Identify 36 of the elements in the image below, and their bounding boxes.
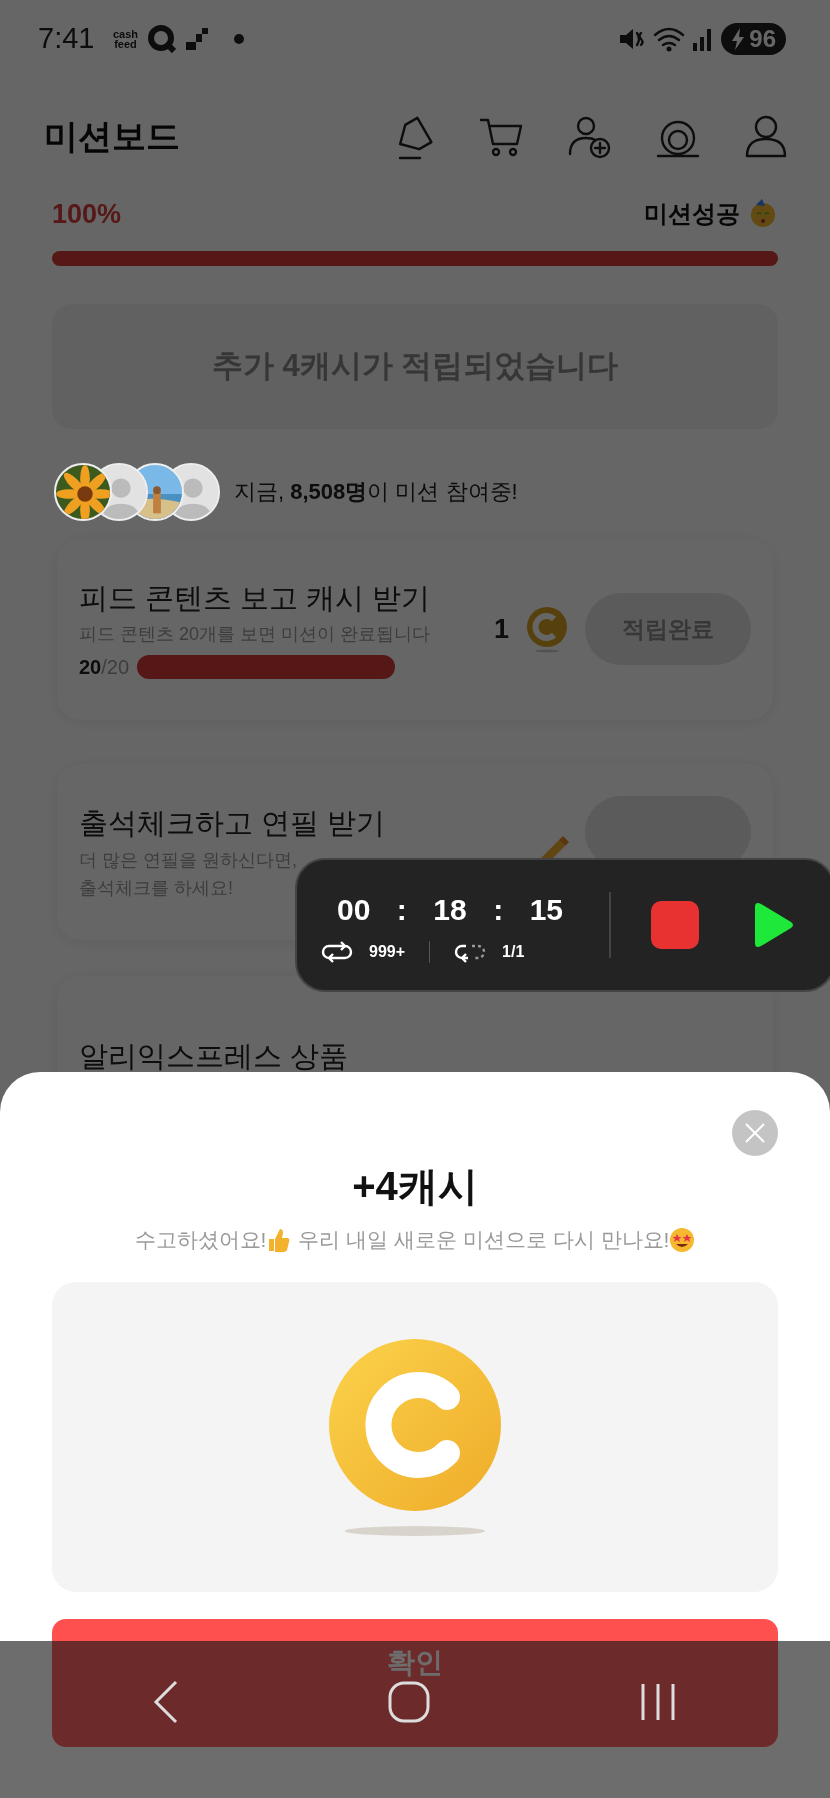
- dialog-message: 수고하셨어요!: [134, 1227, 267, 1253]
- star-eyes-face-icon: [669, 1226, 696, 1253]
- mission-title: 피드 콘텐츠 보고 캐시 받기: [79, 580, 432, 616]
- loop-icon: [321, 939, 353, 964]
- participant-count-text: 지금, 8,508명이 미션 참여중!: [234, 478, 518, 506]
- status-text: 미션성공: [644, 199, 740, 230]
- timer-text: 15: [529, 891, 563, 928]
- page-title: 미션보드: [44, 115, 180, 157]
- app-notification-icon: [184, 26, 211, 52]
- back-icon[interactable]: [151, 1679, 180, 1724]
- party-face-icon: [748, 199, 778, 230]
- time-separator: :: [493, 891, 504, 928]
- dialog-title: +4캐시: [352, 1164, 478, 1208]
- progress-percent: 100%: [52, 198, 122, 231]
- mission-title: 출석체크하고 연필 받기: [79, 806, 387, 841]
- timer-text: 18: [433, 891, 467, 928]
- reward-amount: 1: [493, 613, 509, 646]
- progress-count: 20: [79, 655, 102, 680]
- coin-icon: [525, 605, 569, 654]
- loop-count: 999+: [369, 941, 406, 962]
- mission-title: 알리익스프레스 상품: [79, 1038, 350, 1074]
- dot-icon: [234, 34, 245, 44]
- dialog-message: 우리 내일 새로운 미션으로 다시 만나요!: [298, 1227, 670, 1253]
- battery-text: 96: [749, 24, 776, 54]
- charging-icon: [731, 28, 746, 50]
- thumbs-up-icon: [266, 1226, 291, 1253]
- timer-text: 00: [337, 891, 371, 928]
- stop-button[interactable]: [651, 901, 699, 949]
- repeat-count: 1/1: [502, 941, 525, 962]
- home-icon[interactable]: [387, 1679, 431, 1724]
- confirm-button[interactable]: 확인: [52, 1618, 778, 1747]
- clock-text: 7:41: [38, 21, 95, 57]
- close-icon: [744, 1122, 766, 1144]
- app-notification-icon: [148, 25, 177, 53]
- app-notification-text: cash feed: [111, 29, 139, 49]
- time-separator: :: [396, 891, 407, 928]
